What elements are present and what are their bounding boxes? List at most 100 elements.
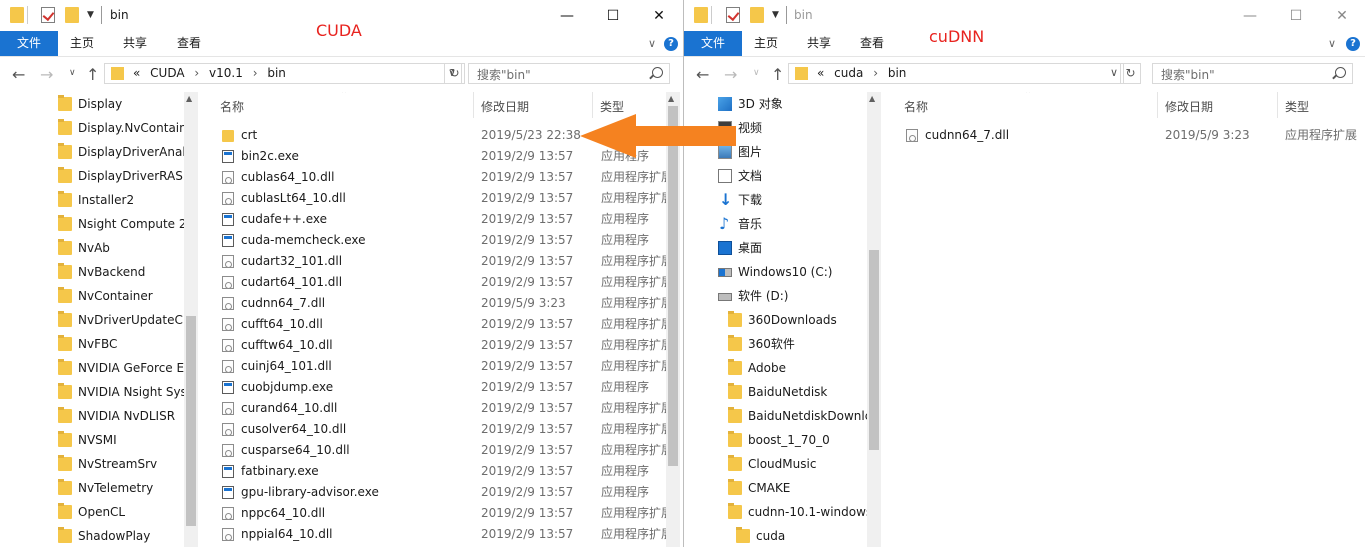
breadcrumb-item[interactable]: cuda	[834, 66, 863, 80]
breadcrumb-item[interactable]: v10.1	[209, 66, 243, 80]
scrollbar-thumb[interactable]	[186, 316, 196, 526]
nav-tree-item[interactable]: 360软件	[684, 332, 884, 356]
scroll-up-icon[interactable]: ▲	[186, 94, 192, 103]
tab-share[interactable]: 共享	[807, 31, 831, 56]
file-row[interactable]: cudart32_101.dll 2019/2/9 13:57 应用程序扩展	[200, 251, 670, 272]
file-row[interactable]: cuobjdump.exe 2019/2/9 13:57 应用程序	[200, 377, 670, 398]
file-row[interactable]: fatbinary.exe 2019/2/9 13:57 应用程序	[200, 461, 670, 482]
help-icon[interactable]: ?	[1346, 37, 1360, 51]
nav-tree-item[interactable]: 文档	[684, 164, 884, 188]
file-row[interactable]: cuda-memcheck.exe 2019/2/9 13:57 应用程序	[200, 230, 670, 251]
file-row[interactable]: nppc64_10.dll 2019/2/9 13:57 应用程序扩展	[200, 503, 670, 524]
file-row[interactable]: curand64_10.dll 2019/2/9 13:57 应用程序扩展	[200, 398, 670, 419]
file-row[interactable]: gpu-library-advisor.exe 2019/2/9 13:57 应用程…	[200, 482, 670, 503]
properties-icon[interactable]	[41, 7, 55, 23]
file-row[interactable]: cublas64_10.dll 2019/2/9 13:57 应用程序扩展	[200, 167, 670, 188]
column-date[interactable]: 修改日期	[1165, 98, 1213, 115]
back-arrow-icon[interactable]: ←	[12, 65, 25, 84]
file-row[interactable]: cuinj64_101.dll 2019/2/9 13:57 应用程序扩展	[200, 356, 670, 377]
breadcrumb-item[interactable]: bin	[267, 66, 286, 80]
recent-locations-icon[interactable]: ∨	[69, 68, 76, 78]
breadcrumb-item[interactable]: CUDA	[150, 66, 184, 80]
nav-tree-item[interactable]: 360Downloads	[684, 308, 884, 332]
file-row[interactable]: cublasLt64_10.dll 2019/2/9 13:57 应用程序扩展	[200, 188, 670, 209]
nav-tree-item[interactable]: NvTelemetry	[0, 476, 200, 500]
tab-share[interactable]: 共享	[123, 31, 147, 56]
nav-tree-item[interactable]: CMAKE	[684, 476, 884, 500]
nav-tree-item[interactable]: NvContainer	[0, 284, 200, 308]
nav-tree-item[interactable]: NVIDIA Nsight Sys	[0, 380, 200, 404]
column-date[interactable]: 修改日期	[481, 98, 529, 115]
address-bar[interactable]: « CUDA › v10.1 › bin ∨	[104, 63, 462, 84]
file-row[interactable]: cudart64_101.dll 2019/2/9 13:57 应用程序扩展	[200, 272, 670, 293]
maximize-button[interactable]: ☐	[1273, 0, 1319, 31]
forward-arrow-icon[interactable]: →	[724, 65, 737, 84]
up-arrow-icon[interactable]: ↑	[771, 65, 784, 84]
nav-tree-item[interactable]: Display.NvContain	[0, 116, 200, 140]
breadcrumb-overflow[interactable]: «	[817, 66, 824, 80]
tab-home[interactable]: 主页	[754, 31, 778, 56]
nav-tree-item[interactable]: cuda	[684, 524, 884, 547]
new-folder-icon[interactable]	[750, 7, 764, 23]
nav-tree-item[interactable]: NvBackend	[0, 260, 200, 284]
nav-tree-item[interactable]: OpenCL	[0, 500, 200, 524]
address-bar[interactable]: « cuda › bin ∨	[788, 63, 1124, 84]
chevron-down-icon[interactable]: ▼	[87, 10, 94, 20]
maximize-button[interactable]: ☐	[590, 0, 636, 31]
scroll-up-icon[interactable]: ▲	[869, 94, 875, 103]
file-row[interactable]: cudnn64_7.dll 2019/5/9 3:23 应用程序扩展	[200, 293, 670, 314]
search-icon[interactable]	[652, 67, 663, 78]
nav-tree-item[interactable]: Installer2	[0, 188, 200, 212]
nav-tree-item[interactable]: NvFBC	[0, 332, 200, 356]
scroll-up-icon[interactable]: ▲	[668, 94, 674, 103]
nav-tree-item[interactable]: NvDriverUpdateCl	[0, 308, 200, 332]
file-row[interactable]: cufftw64_10.dll 2019/2/9 13:57 应用程序扩展	[200, 335, 670, 356]
ribbon-expand-icon[interactable]: ∨	[1328, 37, 1336, 50]
breadcrumb-overflow[interactable]: «	[133, 66, 140, 80]
nav-tree-item[interactable]: NVIDIA GeForce E	[0, 356, 200, 380]
chevron-down-icon[interactable]: ▼	[772, 10, 779, 20]
minimize-button[interactable]: —	[544, 0, 590, 31]
breadcrumb-separator-icon[interactable]: ›	[194, 66, 199, 80]
new-folder-icon[interactable]	[65, 7, 79, 23]
refresh-button[interactable]: ↻	[444, 63, 465, 84]
navigation-pane-scrollbar[interactable]: ▲	[867, 92, 881, 547]
refresh-button[interactable]: ↻	[1120, 63, 1141, 84]
nav-tree-item[interactable]: Display	[0, 92, 200, 116]
tab-home[interactable]: 主页	[70, 31, 94, 56]
minimize-button[interactable]: —	[1227, 0, 1273, 31]
nav-tree-item[interactable]: BaiduNetdiskDownlc	[684, 404, 884, 428]
nav-tree-item[interactable]: NVSMI	[0, 428, 200, 452]
nav-tree-item[interactable]: NvStreamSrv	[0, 452, 200, 476]
column-type[interactable]: 类型	[1285, 98, 1309, 115]
tab-view[interactable]: 查看	[860, 31, 884, 56]
nav-tree-item[interactable]: DisplayDriverRAS	[0, 164, 200, 188]
up-arrow-icon[interactable]: ↑	[86, 65, 99, 84]
search-input[interactable]: 搜索"bin"	[1152, 63, 1353, 84]
file-row[interactable]: cusparse64_10.dll 2019/2/9 13:57 应用程序扩展	[200, 440, 670, 461]
address-dropdown-icon[interactable]: ∨	[1110, 66, 1118, 79]
tab-view[interactable]: 查看	[177, 31, 201, 56]
nav-tree-item[interactable]: cudnn-10.1-windows	[684, 500, 884, 524]
search-icon[interactable]	[1335, 67, 1346, 78]
nav-tree-item[interactable]: CloudMusic	[684, 452, 884, 476]
properties-icon[interactable]	[726, 7, 740, 23]
breadcrumb-separator-icon[interactable]: ›	[253, 66, 258, 80]
forward-arrow-icon[interactable]: →	[40, 65, 53, 84]
nav-tree-item[interactable]: NVIDIA NvDLISR	[0, 404, 200, 428]
search-input[interactable]: 搜索"bin"	[468, 63, 670, 84]
close-button[interactable]: ✕	[1319, 0, 1365, 31]
file-row[interactable]: cudafe++.exe 2019/2/9 13:57 应用程序	[200, 209, 670, 230]
tab-file[interactable]: 文件	[684, 31, 742, 56]
nav-tree-item[interactable]: ShadowPlay	[0, 524, 200, 547]
navigation-pane-scrollbar[interactable]: ▲	[184, 92, 198, 547]
help-icon[interactable]: ?	[664, 37, 678, 51]
close-button[interactable]: ✕	[636, 0, 682, 31]
recent-locations-icon[interactable]: ∨	[753, 68, 760, 78]
nav-tree-item[interactable]: 下载	[684, 188, 884, 212]
back-arrow-icon[interactable]: ←	[696, 65, 709, 84]
nav-tree-item[interactable]: Adobe	[684, 356, 884, 380]
column-name[interactable]: 名称	[904, 98, 928, 115]
nav-tree-item[interactable]: 音乐	[684, 212, 884, 236]
tab-file[interactable]: 文件	[0, 31, 58, 56]
